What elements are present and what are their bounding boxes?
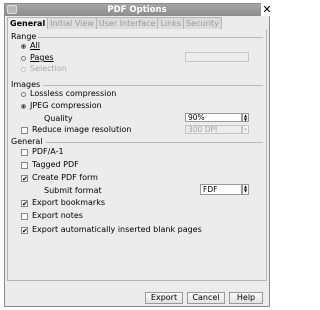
general-heading: General xyxy=(11,137,43,146)
pages-input[interactable] xyxy=(185,52,249,62)
range-heading: Range xyxy=(11,32,37,41)
export-blank-pages-checkbox[interactable]: ✔ xyxy=(21,227,28,235)
help-button[interactable]: Help xyxy=(229,292,263,304)
range-divider xyxy=(38,37,263,38)
range-pages-radio[interactable] xyxy=(21,56,26,61)
range-selection-label: Selection xyxy=(30,64,67,73)
general-divider xyxy=(46,142,263,143)
export-notes-label[interactable]: Export notes xyxy=(32,211,83,220)
tab-initial-view[interactable]: Initial View xyxy=(47,17,97,29)
resolution-dropdown-icon[interactable]: ▾ xyxy=(242,125,249,134)
export-blank-pages-label[interactable]: Export automatically inserted blank page… xyxy=(32,225,202,234)
quality-input[interactable]: 90% xyxy=(185,113,242,122)
jpeg-label[interactable]: JPEG compression xyxy=(30,101,102,110)
tab-bar: General Initial View User Interface Link… xyxy=(7,17,222,29)
tagged-pdf-checkbox[interactable] xyxy=(21,162,28,169)
reduce-resolution-checkbox[interactable] xyxy=(21,127,28,134)
resolution-select[interactable]: 300 DPI xyxy=(185,125,242,134)
lossless-label[interactable]: Lossless compression xyxy=(30,89,116,98)
tab-security[interactable]: Security xyxy=(183,17,222,29)
export-button[interactable]: Export xyxy=(145,292,183,304)
lossless-radio[interactable] xyxy=(21,92,26,97)
quality-spinner[interactable]: ▲ ▼ xyxy=(242,113,249,122)
submit-format-spinner[interactable]: ▲ ▼ xyxy=(242,184,249,195)
export-notes-checkbox[interactable] xyxy=(21,213,28,220)
create-form-checkbox[interactable]: ✔ xyxy=(21,175,28,183)
reduce-resolution-label[interactable]: Reduce image resolution xyxy=(32,125,131,134)
close-icon[interactable]: ✕ xyxy=(261,3,273,16)
submit-format-label: Submit format xyxy=(44,186,102,195)
range-pages-label[interactable]: Pages xyxy=(30,53,54,62)
general-panel: Range All Pages Selection Images Lossles… xyxy=(7,29,267,281)
pdfa-checkbox[interactable] xyxy=(21,149,28,156)
pdf-options-dialog: PDF Options ✕ General Initial View User … xyxy=(4,3,273,307)
tagged-pdf-label[interactable]: Tagged PDF xyxy=(32,160,79,169)
tab-links[interactable]: Links xyxy=(157,17,185,29)
tab-general[interactable]: General xyxy=(7,17,49,29)
create-form-label[interactable]: Create PDF form xyxy=(32,173,98,182)
window-title: PDF Options xyxy=(107,5,167,15)
tab-user-interface[interactable]: User Interface xyxy=(95,17,159,29)
images-divider xyxy=(43,85,263,86)
quality-label: Quality xyxy=(44,114,73,123)
range-all-radio[interactable] xyxy=(21,44,26,49)
submit-format-select[interactable]: FDF xyxy=(200,184,242,195)
cancel-button[interactable]: Cancel xyxy=(187,292,225,304)
range-selection-radio[interactable] xyxy=(21,67,26,72)
range-all-label[interactable]: All xyxy=(30,41,40,50)
pdfa-label[interactable]: PDF/A-1 xyxy=(32,147,64,156)
export-bookmarks-checkbox[interactable]: ✔ xyxy=(21,200,28,208)
title-bar: PDF Options ✕ xyxy=(5,3,273,16)
images-heading: Images xyxy=(11,80,41,89)
export-bookmarks-label[interactable]: Export bookmarks xyxy=(32,198,105,207)
jpeg-radio[interactable] xyxy=(21,104,26,109)
